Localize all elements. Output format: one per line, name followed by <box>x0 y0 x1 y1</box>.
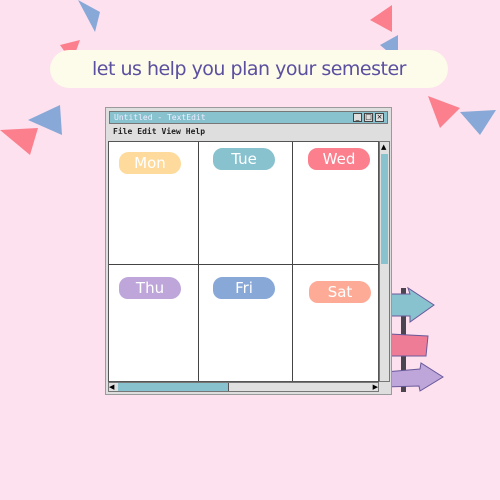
menu-file[interactable]: File <box>113 127 132 136</box>
day-cell[interactable]: Sat <box>293 265 378 381</box>
scroll-left-icon[interactable]: ◀ <box>109 383 114 391</box>
day-cell[interactable]: Thu <box>109 265 199 381</box>
day-label: Sat <box>309 281 371 303</box>
minimize-button[interactable]: _ <box>353 113 362 122</box>
day-cell[interactable]: Tue <box>199 142 293 265</box>
flag <box>0 128 38 155</box>
day-label: Fri <box>213 277 275 299</box>
horizontal-scrollbar[interactable]: ◀ ▶ <box>108 382 379 392</box>
arrow-right-sign <box>383 362 444 392</box>
flag <box>460 110 496 135</box>
day-label: Tue <box>213 148 275 170</box>
day-cell[interactable]: Wed <box>293 142 378 265</box>
title-bar[interactable]: Untitled - TextEdit _ □ × <box>109 111 388 124</box>
close-button[interactable]: × <box>375 113 384 122</box>
banner: let us help you plan your semester <box>50 50 448 88</box>
flag <box>428 96 460 128</box>
textedit-window: Untitled - TextEdit _ □ × File Edit View… <box>105 107 392 395</box>
menu-edit[interactable]: Edit <box>137 127 156 136</box>
day-label: Wed <box>308 148 370 170</box>
vertical-scroll-thumb[interactable] <box>381 154 388 264</box>
horizontal-scroll-thumb[interactable] <box>118 383 229 391</box>
maximize-button[interactable]: □ <box>364 113 373 122</box>
vertical-scrollbar[interactable]: ▲ <box>379 141 390 382</box>
menu-view[interactable]: View <box>162 127 181 136</box>
menu-bar: File Edit View Help <box>113 127 205 136</box>
menu-help[interactable]: Help <box>186 127 205 136</box>
week-grid: Mon Tue Wed Thu Fri Sat <box>108 141 379 382</box>
day-label: Mon <box>119 152 181 174</box>
day-label: Thu <box>119 277 181 299</box>
flag <box>78 0 100 32</box>
window-title: Untitled - TextEdit <box>114 113 206 122</box>
scroll-up-icon[interactable]: ▲ <box>381 143 386 151</box>
day-cell[interactable]: Fri <box>199 265 293 381</box>
flag <box>370 5 392 32</box>
day-cell[interactable]: Mon <box>109 142 199 265</box>
scroll-right-icon[interactable]: ▶ <box>373 383 378 391</box>
